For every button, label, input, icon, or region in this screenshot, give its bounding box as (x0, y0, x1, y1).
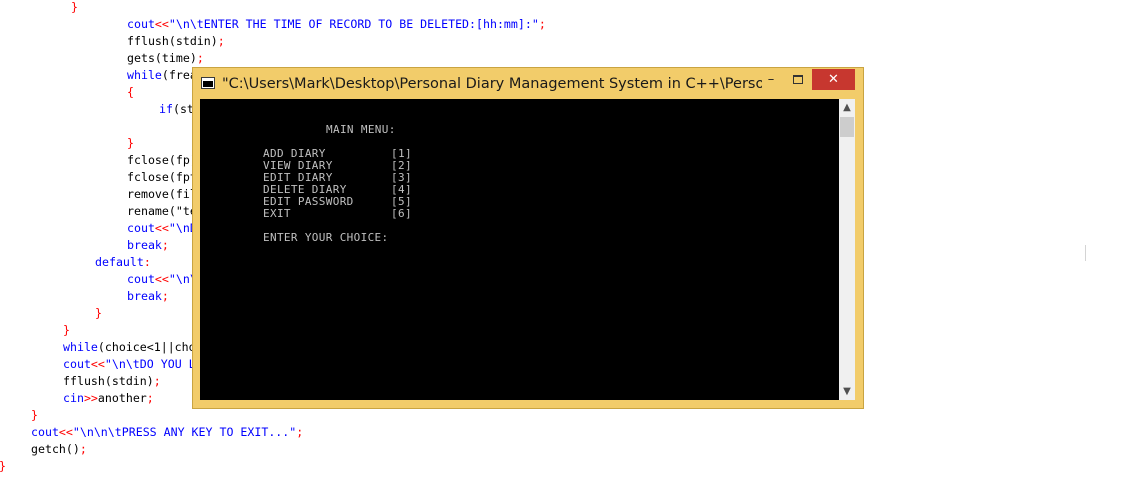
code-line: } (0, 458, 6, 475)
code-token: } (71, 0, 78, 14)
code-line: { (127, 84, 134, 101)
code-line: cout<<"\n\n\tPRESS ANY KEY TO EXIT..."; (31, 424, 303, 441)
maximize-button[interactable] (785, 69, 811, 90)
code-token: } (63, 323, 70, 337)
code-token: "\n\n\tPRESS ANY KEY TO EXIT..." (72, 425, 297, 439)
code-token: ; (217, 34, 225, 48)
code-line: } (127, 135, 134, 152)
code-token: ; (79, 442, 87, 456)
code-token: fclose(fp) (127, 153, 197, 167)
code-line: fflush(stdin); (127, 33, 225, 50)
code-token: break (127, 238, 162, 252)
code-token: cout (127, 221, 155, 235)
code-token: } (0, 459, 6, 473)
code-token: cin (63, 391, 84, 405)
code-token: } (95, 306, 102, 320)
minimize-button[interactable]: – (758, 69, 784, 90)
console-app-icon[interactable] (201, 77, 215, 89)
code-token: ; (538, 17, 546, 31)
code-token: cout (127, 17, 155, 31)
code-token: default (95, 255, 144, 269)
code-line: fflush(stdin); (63, 373, 161, 390)
maximize-icon (793, 75, 803, 84)
code-line: gets(time); (127, 50, 204, 67)
code-line: } (95, 305, 102, 322)
code-token: ; (146, 391, 154, 405)
vertical-scrollbar[interactable]: ▲ ▼ (839, 99, 855, 400)
code-token: ; (196, 51, 204, 65)
code-token: cout (63, 357, 91, 371)
code-token: ; (161, 289, 169, 303)
code-line: default: (95, 254, 151, 271)
code-token: << (154, 221, 169, 235)
code-token: while (127, 68, 162, 82)
code-token: << (58, 425, 73, 439)
code-token: << (154, 272, 169, 286)
code-token: cout (31, 425, 59, 439)
code-token: ; (153, 374, 161, 388)
code-token: >> (83, 391, 98, 405)
code-line: break; (127, 288, 169, 305)
code-token: while (63, 340, 98, 354)
window-title: "C:\Users\Mark\Desktop\Personal Diary Ma… (222, 76, 762, 92)
code-token: if (159, 102, 173, 116)
code-token: << (90, 357, 105, 371)
scroll-down-button[interactable]: ▼ (839, 383, 855, 400)
code-token: cout (127, 272, 155, 286)
code-token: } (31, 408, 38, 422)
scroll-thumb[interactable] (840, 117, 854, 137)
code-token: gets(time) (127, 51, 197, 65)
code-line: getch(); (31, 441, 87, 458)
menu-title: MAIN MENU: (326, 123, 396, 136)
code-line: } (71, 0, 78, 16)
code-token: "\n\tENTER THE TIME OF RECORD TO BE DELE… (168, 17, 539, 31)
code-token: fflush(stdin) (127, 34, 218, 48)
console-window[interactable]: "C:\Users\Mark\Desktop\Personal Diary Ma… (192, 67, 864, 409)
choice-prompt: ENTER YOUR CHOICE: (263, 231, 389, 244)
code-line: break; (127, 237, 169, 254)
code-token: << (154, 17, 169, 31)
console-output[interactable]: MAIN MENU: ADD DIARY [1] VIEW DIARY [2] EDIT… (200, 99, 839, 400)
code-token: another (97, 391, 147, 405)
code-token: getch() (31, 442, 80, 456)
menu-item-label: EXIT (263, 207, 291, 220)
close-button[interactable]: ✕ (812, 69, 855, 90)
code-line: } (31, 407, 38, 424)
code-token: ; (161, 238, 169, 252)
code-token: break (127, 289, 162, 303)
title-bar[interactable]: "C:\Users\Mark\Desktop\Personal Diary Ma… (193, 68, 863, 99)
code-line: cout<<"\n\tENTER THE TIME OF RECORD TO B… (127, 16, 546, 33)
code-token: : (143, 255, 151, 269)
code-token: ; (296, 425, 304, 439)
code-line: cin>>another; (63, 390, 154, 407)
menu-item-key: [6] (391, 207, 412, 220)
code-line: } (63, 322, 70, 339)
code-token: { (127, 85, 134, 99)
scroll-up-button[interactable]: ▲ (839, 99, 855, 116)
text-cursor (1085, 245, 1086, 261)
code-token: } (127, 136, 134, 150)
code-token: fflush(stdin) (63, 374, 154, 388)
